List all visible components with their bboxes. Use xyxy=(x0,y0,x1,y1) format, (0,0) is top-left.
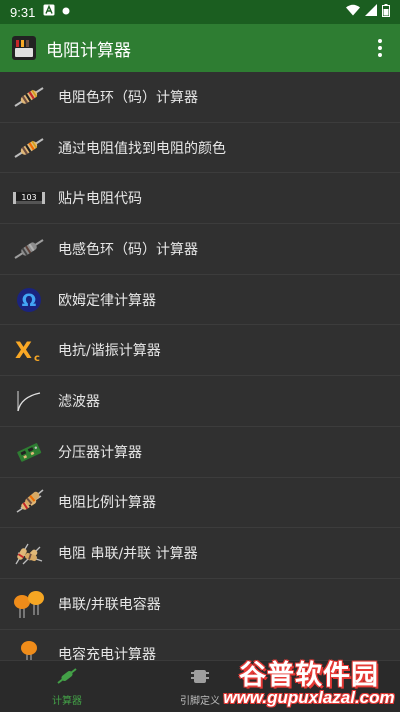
resistor-network-icon xyxy=(0,528,58,578)
app-bar: 电阻计算器 xyxy=(0,24,400,72)
menu-item-smd-resistor-code[interactable]: 103 贴片电阻代码 xyxy=(0,173,400,225)
menu-item-label: 串联/并联电容器 xyxy=(58,596,161,613)
capacitors-icon xyxy=(0,579,58,629)
svg-text:103: 103 xyxy=(21,193,36,202)
watermark-title: 谷普软件园 xyxy=(239,659,379,691)
menu-item-filter[interactable]: 滤波器 xyxy=(0,376,400,427)
menu-item-resistor-color-code[interactable]: 电阻色环（码）计算器 xyxy=(0,72,400,123)
menu-item-label: 电抗/谐振计算器 xyxy=(58,343,161,360)
svg-text:X: X xyxy=(15,339,32,363)
tab-label: 引脚定义 xyxy=(180,696,220,707)
menu-item-resistor-ratio[interactable]: 电阻比例计算器 xyxy=(0,478,400,529)
app-logo-icon xyxy=(12,36,36,60)
menu-item-label: 电阻 串联/并联 计算器 xyxy=(58,546,198,563)
filter-curve-icon xyxy=(0,376,58,426)
tab-label: 计算器 xyxy=(52,696,82,707)
calculator-tab-icon xyxy=(56,667,78,689)
cellular-signal-icon xyxy=(365,4,377,20)
menu-item-label: 欧姆定律计算器 xyxy=(58,292,156,309)
calculator-menu-list: 电阻色环（码）计算器 通过电阻值找到电阻的颜色 103 贴片电阻代码 电感色环（… xyxy=(0,72,400,681)
wifi-icon xyxy=(346,4,360,20)
notification-a-icon xyxy=(43,4,55,20)
watermark-url: www.gupuxlazal.com xyxy=(223,687,395,707)
resistor-ratio-icon xyxy=(0,477,58,527)
app-title: 电阻计算器 xyxy=(46,40,131,61)
menu-item-label: 通过电阻值找到电阻的颜色 xyxy=(58,140,226,157)
menu-item-capacitor-series-parallel[interactable]: 串联/并联电容器 xyxy=(0,579,400,630)
smd-resistor-icon: 103 xyxy=(0,173,58,223)
pinout-tab-icon xyxy=(189,667,211,689)
reactance-icon: Xc xyxy=(0,325,58,375)
menu-item-resistor-series-parallel[interactable]: 电阻 串联/并联 计算器 xyxy=(0,528,400,579)
menu-item-label: 滤波器 xyxy=(58,393,100,410)
ohm-icon: Ω xyxy=(0,275,58,325)
menu-item-label: 电阻比例计算器 xyxy=(58,495,156,512)
menu-item-label: 电感色环（码）计算器 xyxy=(58,241,198,258)
watermark-logo: 谷普软件园 www.gupuxlazal.com xyxy=(218,648,400,712)
menu-item-ohms-law[interactable]: Ω 欧姆定律计算器 xyxy=(0,275,400,326)
voltage-divider-icon xyxy=(0,427,58,477)
menu-item-value-to-color[interactable]: 通过电阻值找到电阻的颜色 xyxy=(0,123,400,174)
resistor-icon xyxy=(0,72,58,122)
menu-item-reactance-resonance[interactable]: Xc 电抗/谐振计算器 xyxy=(0,325,400,377)
menu-item-inductor-color-code[interactable]: 电感色环（码）计算器 xyxy=(0,224,400,275)
tab-calculator[interactable]: 计算器 xyxy=(2,661,132,712)
inductor-icon xyxy=(0,224,58,274)
menu-item-label: 贴片电阻代码 xyxy=(58,191,142,208)
status-time: 9:31 xyxy=(10,4,36,20)
svg-text:Ω: Ω xyxy=(22,291,36,311)
resistor-icon xyxy=(0,123,58,173)
menu-item-label: 电阻色环（码）计算器 xyxy=(58,89,198,106)
svg-text:c: c xyxy=(34,353,40,363)
notification-dot-icon xyxy=(61,5,71,20)
menu-item-voltage-divider[interactable]: 分压器计算器 xyxy=(0,427,400,478)
status-bar: 9:31 xyxy=(0,0,400,24)
more-vert-icon[interactable] xyxy=(368,36,392,60)
menu-item-label: 分压器计算器 xyxy=(58,444,142,461)
battery-icon xyxy=(382,3,390,21)
